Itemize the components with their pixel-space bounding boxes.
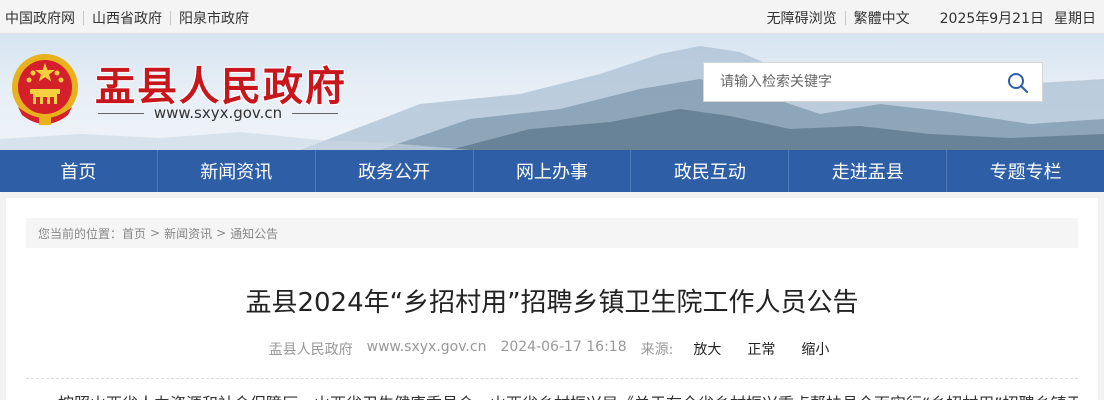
top-bar-tools: 无障碍浏览 繁體中文 2025年9月21日 星期日 xyxy=(767,8,1096,28)
font-size-large-button[interactable]: 放大 xyxy=(693,339,721,359)
nav-item-gov-affairs[interactable]: 政务公开 xyxy=(316,150,474,192)
nav-item-about-county[interactable]: 走进盂县 xyxy=(789,150,948,192)
site-url-text: www.sxyx.gov.cn xyxy=(153,104,283,122)
top-bar: 中国政府网 山西省政府 阳泉市政府 无障碍浏览 繁體中文 2025年9月21日 … xyxy=(0,0,1104,34)
accessibility-link[interactable]: 无障碍浏览 xyxy=(767,8,837,28)
nav-item-news[interactable]: 新闻资讯 xyxy=(158,150,316,192)
breadcrumb-home[interactable]: 首页 xyxy=(122,225,146,242)
breadcrumb-notices[interactable]: 通知公告 xyxy=(230,225,278,242)
divider xyxy=(844,11,846,25)
article-datetime: 2024-06-17 16:18 xyxy=(500,339,627,355)
nav-item-home[interactable]: 首页 xyxy=(0,150,158,192)
decor-line xyxy=(98,112,144,114)
divider xyxy=(83,11,84,25)
traditional-chinese-link[interactable]: 繁體中文 xyxy=(854,8,910,28)
article-source-label: 来源: xyxy=(640,342,674,358)
nav-item-special-topics[interactable]: 专题专栏 xyxy=(947,150,1104,192)
breadcrumb: 您当前的位置： 首页 > 新闻资讯 > 通知公告 xyxy=(26,218,1078,248)
article-source: 盂县人民政府 xyxy=(268,342,353,358)
main-nav: 首页 新闻资讯 政务公开 网上办事 政民互动 走进盂县 专题专栏 xyxy=(0,150,1104,192)
breadcrumb-separator: > xyxy=(150,226,161,240)
national-emblem-icon xyxy=(12,54,78,125)
font-size-small-button[interactable]: 缩小 xyxy=(801,339,829,359)
link-central-gov[interactable]: 中国政府网 xyxy=(5,8,75,28)
link-yangquan-gov[interactable]: 阳泉市政府 xyxy=(179,8,249,28)
current-date: 2025年9月21日 xyxy=(939,11,1044,27)
main-content: 您当前的位置： 首页 > 新闻资讯 > 通知公告 盂县2024年“乡招村用”招聘… xyxy=(6,198,1098,400)
site-url: www.sxyx.gov.cn xyxy=(98,104,338,122)
current-weekday: 星期日 xyxy=(1054,11,1096,27)
article-title: 盂县2024年“乡招村用”招聘乡镇卫生院工作人员公告 xyxy=(245,288,859,318)
article-meta: 盂县人民政府 www.sxyx.gov.cn 2024-06-17 16:18 … xyxy=(6,339,1098,359)
search-icon[interactable] xyxy=(1006,71,1030,95)
decor-line xyxy=(292,112,338,114)
gov-links: 中国政府网 山西省政府 阳泉市政府 xyxy=(5,8,249,28)
content-divider xyxy=(26,378,1078,379)
nav-item-interaction[interactable]: 政民互动 xyxy=(631,150,790,192)
search-box xyxy=(703,62,1043,102)
link-shanxi-gov[interactable]: 山西省政府 xyxy=(92,8,162,28)
breadcrumb-news[interactable]: 新闻资讯 xyxy=(164,225,212,242)
breadcrumb-prefix: 您当前的位置： xyxy=(38,226,123,241)
font-size-normal-button[interactable]: 正常 xyxy=(747,339,775,359)
article-url: www.sxyx.gov.cn xyxy=(366,339,487,355)
nav-item-online-services[interactable]: 网上办事 xyxy=(474,150,632,192)
breadcrumb-separator: > xyxy=(216,226,227,240)
divider xyxy=(170,11,171,25)
site-header: 盂县人民政府 www.sxyx.gov.cn xyxy=(0,34,1104,150)
search-input[interactable] xyxy=(704,63,994,101)
article-body: 按照山西省人力资源和社会保障厅、山西省卫生健康委员会、山西省乡村振兴局《关于在全… xyxy=(26,390,1078,400)
